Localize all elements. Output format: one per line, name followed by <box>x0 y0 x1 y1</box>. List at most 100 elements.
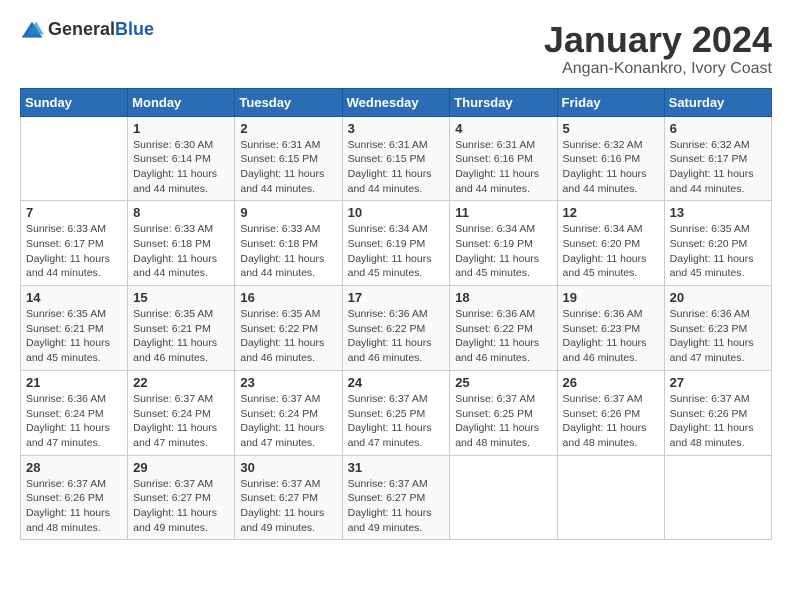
calendar-table: SundayMondayTuesdayWednesdayThursdayFrid… <box>20 88 772 541</box>
day-cell: 17 Sunrise: 6:36 AM Sunset: 6:22 PM Dayli… <box>342 286 450 371</box>
day-info: Sunrise: 6:33 AM Sunset: 6:17 PM Dayligh… <box>26 222 122 281</box>
day-info: Sunrise: 6:34 AM Sunset: 6:20 PM Dayligh… <box>563 222 659 281</box>
day-cell: 1 Sunrise: 6:30 AM Sunset: 6:14 PM Daylig… <box>128 116 235 201</box>
day-cell: 26 Sunrise: 6:37 AM Sunset: 6:26 PM Dayli… <box>557 370 664 455</box>
day-info: Sunrise: 6:31 AM Sunset: 6:15 PM Dayligh… <box>240 138 336 197</box>
day-cell: 7 Sunrise: 6:33 AM Sunset: 6:17 PM Daylig… <box>21 201 128 286</box>
header-sunday: Sunday <box>21 88 128 116</box>
day-cell: 16 Sunrise: 6:35 AM Sunset: 6:22 PM Dayli… <box>235 286 342 371</box>
week-row-4: 21Sunrise: 6:36 AM Sunset: 6:24 PM Dayli… <box>21 370 772 455</box>
day-number: 9 <box>240 205 336 220</box>
day-cell: 12 Sunrise: 6:34 AM Sunset: 6:20 PM Dayli… <box>557 201 664 286</box>
day-cell: 31 Sunrise: 6:37 AM Sunset: 6:27 PM Dayli… <box>342 455 450 540</box>
day-number: 14 <box>26 290 122 305</box>
day-info: Sunrise: 6:35 AM Sunset: 6:21 PM Dayligh… <box>133 307 229 366</box>
day-info: Sunrise: 6:32 AM Sunset: 6:17 PM Dayligh… <box>670 138 766 197</box>
day-cell: 19Sunrise: 6:36 AM Sunset: 6:23 PM Dayli… <box>557 286 664 371</box>
day-cell: 21Sunrise: 6:36 AM Sunset: 6:24 PM Dayli… <box>21 370 128 455</box>
day-cell: 25 Sunrise: 6:37 AM Sunset: 6:25 PM Dayli… <box>450 370 557 455</box>
day-info: Sunrise: 6:37 AM Sunset: 6:25 PM Dayligh… <box>348 392 445 451</box>
day-number: 30 <box>240 460 336 475</box>
day-cell: 13Sunrise: 6:35 AM Sunset: 6:20 PM Dayli… <box>664 201 771 286</box>
day-info: Sunrise: 6:37 AM Sunset: 6:27 PM Dayligh… <box>133 477 229 536</box>
day-number: 4 <box>455 121 551 136</box>
day-number: 27 <box>670 375 766 390</box>
day-number: 17 <box>348 290 445 305</box>
day-cell: 10 Sunrise: 6:34 AM Sunset: 6:19 PM Dayli… <box>342 201 450 286</box>
day-info: Sunrise: 6:37 AM Sunset: 6:27 PM Dayligh… <box>348 477 445 536</box>
day-cell: 28 Sunrise: 6:37 AM Sunset: 6:26 PM Dayli… <box>21 455 128 540</box>
day-info: Sunrise: 6:37 AM Sunset: 6:24 PM Dayligh… <box>133 392 229 451</box>
header-wednesday: Wednesday <box>342 88 450 116</box>
day-info: Sunrise: 6:31 AM Sunset: 6:16 PM Dayligh… <box>455 138 551 197</box>
day-number: 11 <box>455 205 551 220</box>
logo-general: GeneralBlue <box>48 20 154 40</box>
day-cell: 30Sunrise: 6:37 AM Sunset: 6:27 PM Dayli… <box>235 455 342 540</box>
calendar-header-row: SundayMondayTuesdayWednesdayThursdayFrid… <box>21 88 772 116</box>
day-info: Sunrise: 6:33 AM Sunset: 6:18 PM Dayligh… <box>133 222 229 281</box>
day-number: 20 <box>670 290 766 305</box>
week-row-3: 14 Sunrise: 6:35 AM Sunset: 6:21 PM Dayli… <box>21 286 772 371</box>
day-number: 26 <box>563 375 659 390</box>
week-row-1: 1 Sunrise: 6:30 AM Sunset: 6:14 PM Daylig… <box>21 116 772 201</box>
day-number: 8 <box>133 205 229 220</box>
header-friday: Friday <box>557 88 664 116</box>
day-cell: 29 Sunrise: 6:37 AM Sunset: 6:27 PM Dayli… <box>128 455 235 540</box>
day-cell: 6 Sunrise: 6:32 AM Sunset: 6:17 PM Daylig… <box>664 116 771 201</box>
day-info: Sunrise: 6:37 AM Sunset: 6:26 PM Dayligh… <box>670 392 766 451</box>
day-cell: 14 Sunrise: 6:35 AM Sunset: 6:21 PM Dayli… <box>21 286 128 371</box>
day-number: 7 <box>26 205 122 220</box>
header-thursday: Thursday <box>450 88 557 116</box>
day-info: Sunrise: 6:36 AM Sunset: 6:22 PM Dayligh… <box>348 307 445 366</box>
day-info: Sunrise: 6:34 AM Sunset: 6:19 PM Dayligh… <box>348 222 445 281</box>
day-cell <box>21 116 128 201</box>
day-cell: 3Sunrise: 6:31 AM Sunset: 6:15 PM Daylig… <box>342 116 450 201</box>
day-number: 22 <box>133 375 229 390</box>
title-block: January 2024 Angan-Konankro, Ivory Coast <box>544 20 772 78</box>
day-info: Sunrise: 6:37 AM Sunset: 6:24 PM Dayligh… <box>240 392 336 451</box>
day-number: 3 <box>348 121 445 136</box>
day-cell <box>557 455 664 540</box>
page-header: GeneralBlue January 2024 Angan-Konankro,… <box>20 20 772 78</box>
day-cell: 2 Sunrise: 6:31 AM Sunset: 6:15 PM Daylig… <box>235 116 342 201</box>
week-row-5: 28 Sunrise: 6:37 AM Sunset: 6:26 PM Dayli… <box>21 455 772 540</box>
day-number: 31 <box>348 460 445 475</box>
day-number: 15 <box>133 290 229 305</box>
day-cell: 5Sunrise: 6:32 AM Sunset: 6:16 PM Daylig… <box>557 116 664 201</box>
day-number: 28 <box>26 460 122 475</box>
day-info: Sunrise: 6:33 AM Sunset: 6:18 PM Dayligh… <box>240 222 336 281</box>
logo: GeneralBlue <box>20 20 154 40</box>
day-number: 19 <box>563 290 659 305</box>
day-cell: 24 Sunrise: 6:37 AM Sunset: 6:25 PM Dayli… <box>342 370 450 455</box>
day-info: Sunrise: 6:30 AM Sunset: 6:14 PM Dayligh… <box>133 138 229 197</box>
day-number: 24 <box>348 375 445 390</box>
day-cell: 8 Sunrise: 6:33 AM Sunset: 6:18 PM Daylig… <box>128 201 235 286</box>
header-tuesday: Tuesday <box>235 88 342 116</box>
day-number: 5 <box>563 121 659 136</box>
day-cell: 9 Sunrise: 6:33 AM Sunset: 6:18 PM Daylig… <box>235 201 342 286</box>
day-number: 6 <box>670 121 766 136</box>
day-cell: 11Sunrise: 6:34 AM Sunset: 6:19 PM Dayli… <box>450 201 557 286</box>
month-title: January 2024 <box>544 20 772 60</box>
day-number: 21 <box>26 375 122 390</box>
day-cell <box>664 455 771 540</box>
day-number: 29 <box>133 460 229 475</box>
day-cell: 23Sunrise: 6:37 AM Sunset: 6:24 PM Dayli… <box>235 370 342 455</box>
day-number: 2 <box>240 121 336 136</box>
day-info: Sunrise: 6:37 AM Sunset: 6:26 PM Dayligh… <box>26 477 122 536</box>
day-number: 10 <box>348 205 445 220</box>
day-cell: 18Sunrise: 6:36 AM Sunset: 6:22 PM Dayli… <box>450 286 557 371</box>
day-number: 25 <box>455 375 551 390</box>
day-number: 1 <box>133 121 229 136</box>
day-number: 16 <box>240 290 336 305</box>
day-info: Sunrise: 6:35 AM Sunset: 6:22 PM Dayligh… <box>240 307 336 366</box>
day-cell: 4 Sunrise: 6:31 AM Sunset: 6:16 PM Daylig… <box>450 116 557 201</box>
day-info: Sunrise: 6:37 AM Sunset: 6:26 PM Dayligh… <box>563 392 659 451</box>
day-info: Sunrise: 6:36 AM Sunset: 6:23 PM Dayligh… <box>670 307 766 366</box>
day-info: Sunrise: 6:35 AM Sunset: 6:21 PM Dayligh… <box>26 307 122 366</box>
day-cell: 20 Sunrise: 6:36 AM Sunset: 6:23 PM Dayli… <box>664 286 771 371</box>
week-row-2: 7 Sunrise: 6:33 AM Sunset: 6:17 PM Daylig… <box>21 201 772 286</box>
day-cell <box>450 455 557 540</box>
day-info: Sunrise: 6:37 AM Sunset: 6:25 PM Dayligh… <box>455 392 551 451</box>
day-number: 12 <box>563 205 659 220</box>
